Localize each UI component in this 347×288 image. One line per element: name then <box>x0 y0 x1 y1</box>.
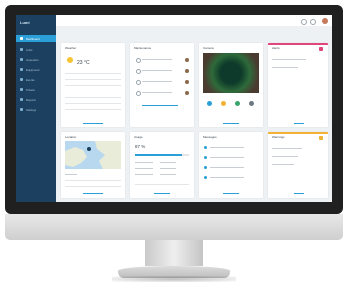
thumbnail <box>185 91 189 95</box>
status-icon <box>207 101 212 106</box>
sidebar-item-label: Settings <box>26 107 37 112</box>
thumbnail <box>185 80 189 84</box>
help-icon[interactable] <box>310 19 316 25</box>
checkbox[interactable] <box>136 69 141 74</box>
sidebar-item-label: Equipment <box>26 67 40 72</box>
bell-icon[interactable] <box>301 19 307 25</box>
warnings-widget: Warnings <box>268 132 328 198</box>
camera-widget: Camera <box>199 43 263 127</box>
maintenance-link[interactable] <box>142 105 178 106</box>
widget-title: Messages <box>203 135 217 139</box>
sidebar-item-label: Inspection <box>26 57 39 62</box>
sidebar-item-label: Dashboard <box>26 36 40 41</box>
messages-widget: Messages <box>199 132 263 198</box>
usage-value: 87 % <box>135 144 146 149</box>
top-bar <box>56 15 332 26</box>
alerts-link[interactable] <box>294 123 304 124</box>
sidebar: Lumi Dashboard Units Inspection Equipmen… <box>16 15 56 202</box>
widget-title: Warnings <box>272 135 285 139</box>
widget-title: Location <box>65 135 77 139</box>
messages-link[interactable] <box>223 193 239 194</box>
widget-title: Maintenance <box>134 46 152 50</box>
map-pin-icon[interactable] <box>87 147 91 151</box>
status-icon <box>235 101 240 106</box>
monitor-bezel: Lumi Dashboard Units Inspection Equipmen… <box>5 5 343 214</box>
widget-title: Alerts <box>272 46 280 50</box>
message-icon <box>204 146 207 149</box>
stand-shadow <box>112 276 236 282</box>
search-icon <box>20 58 23 61</box>
status-icon <box>249 101 254 106</box>
usage-widget: Usage 87 % <box>130 132 194 198</box>
sidebar-item-dashboard[interactable]: Dashboard <box>16 35 56 42</box>
map-link[interactable] <box>83 193 103 194</box>
weather-details-link[interactable] <box>83 123 103 124</box>
alerts-widget: Alerts <box>268 43 328 127</box>
alert-icon <box>319 47 323 51</box>
map-view[interactable] <box>65 141 121 169</box>
status-icon <box>221 101 226 106</box>
monitor-stand-neck <box>145 240 203 266</box>
settings-icon <box>20 108 23 111</box>
widget-title: Usage <box>134 135 143 139</box>
gear-icon <box>20 68 23 71</box>
camera-link[interactable] <box>223 123 239 124</box>
ticket-icon <box>20 88 23 91</box>
sidebar-item-tickets[interactable]: Tickets <box>16 86 56 93</box>
avatar[interactable] <box>322 18 328 24</box>
message-icon <box>204 176 207 179</box>
sidebar-item-settings[interactable]: Settings <box>16 106 56 113</box>
maintenance-widget: Maintenance <box>130 43 194 127</box>
calendar-icon <box>20 78 23 81</box>
warning-icon <box>319 136 323 140</box>
sidebar-item-label: Reports <box>26 97 36 102</box>
toolbar-icons <box>301 19 316 25</box>
camera-feed[interactable] <box>203 53 259 93</box>
usage-link[interactable] <box>154 193 170 194</box>
map-widget: Location <box>61 132 125 198</box>
sidebar-item-equipment[interactable]: Equipment <box>16 66 56 73</box>
message-icon <box>204 166 207 169</box>
sidebar-item-label: Units <box>26 47 33 52</box>
sidebar-item-units[interactable]: Units <box>16 46 56 53</box>
sidebar-item-events[interactable]: Events <box>16 76 56 83</box>
message-icon <box>204 156 207 159</box>
sidebar-item-label: Tickets <box>26 87 35 92</box>
sidebar-item-reports[interactable]: Reports <box>16 96 56 103</box>
dashboard-screen: Lumi Dashboard Units Inspection Equipmen… <box>16 15 332 202</box>
usage-progress <box>135 154 189 156</box>
widget-title: Weather <box>65 46 77 50</box>
warning-bar <box>268 132 328 134</box>
alert-bar <box>268 43 328 45</box>
sidebar-item-label: Events <box>26 77 35 82</box>
monitor-chin <box>5 214 343 240</box>
sun-icon <box>67 57 73 63</box>
warnings-link[interactable] <box>294 193 304 194</box>
thumbnail <box>185 69 189 73</box>
checkbox[interactable] <box>136 80 141 85</box>
app-logo: Lumi <box>20 20 30 25</box>
thumbnail <box>185 58 189 62</box>
grid-icon <box>20 48 23 51</box>
chart-icon <box>20 98 23 101</box>
checkbox[interactable] <box>136 58 141 63</box>
checkbox[interactable] <box>136 91 141 96</box>
home-icon <box>20 37 23 40</box>
widget-title: Camera <box>203 46 214 50</box>
temperature: 23 °C <box>77 60 90 66</box>
sidebar-item-inspection[interactable]: Inspection <box>16 56 56 63</box>
weather-widget: Weather 23 °C <box>61 43 125 127</box>
